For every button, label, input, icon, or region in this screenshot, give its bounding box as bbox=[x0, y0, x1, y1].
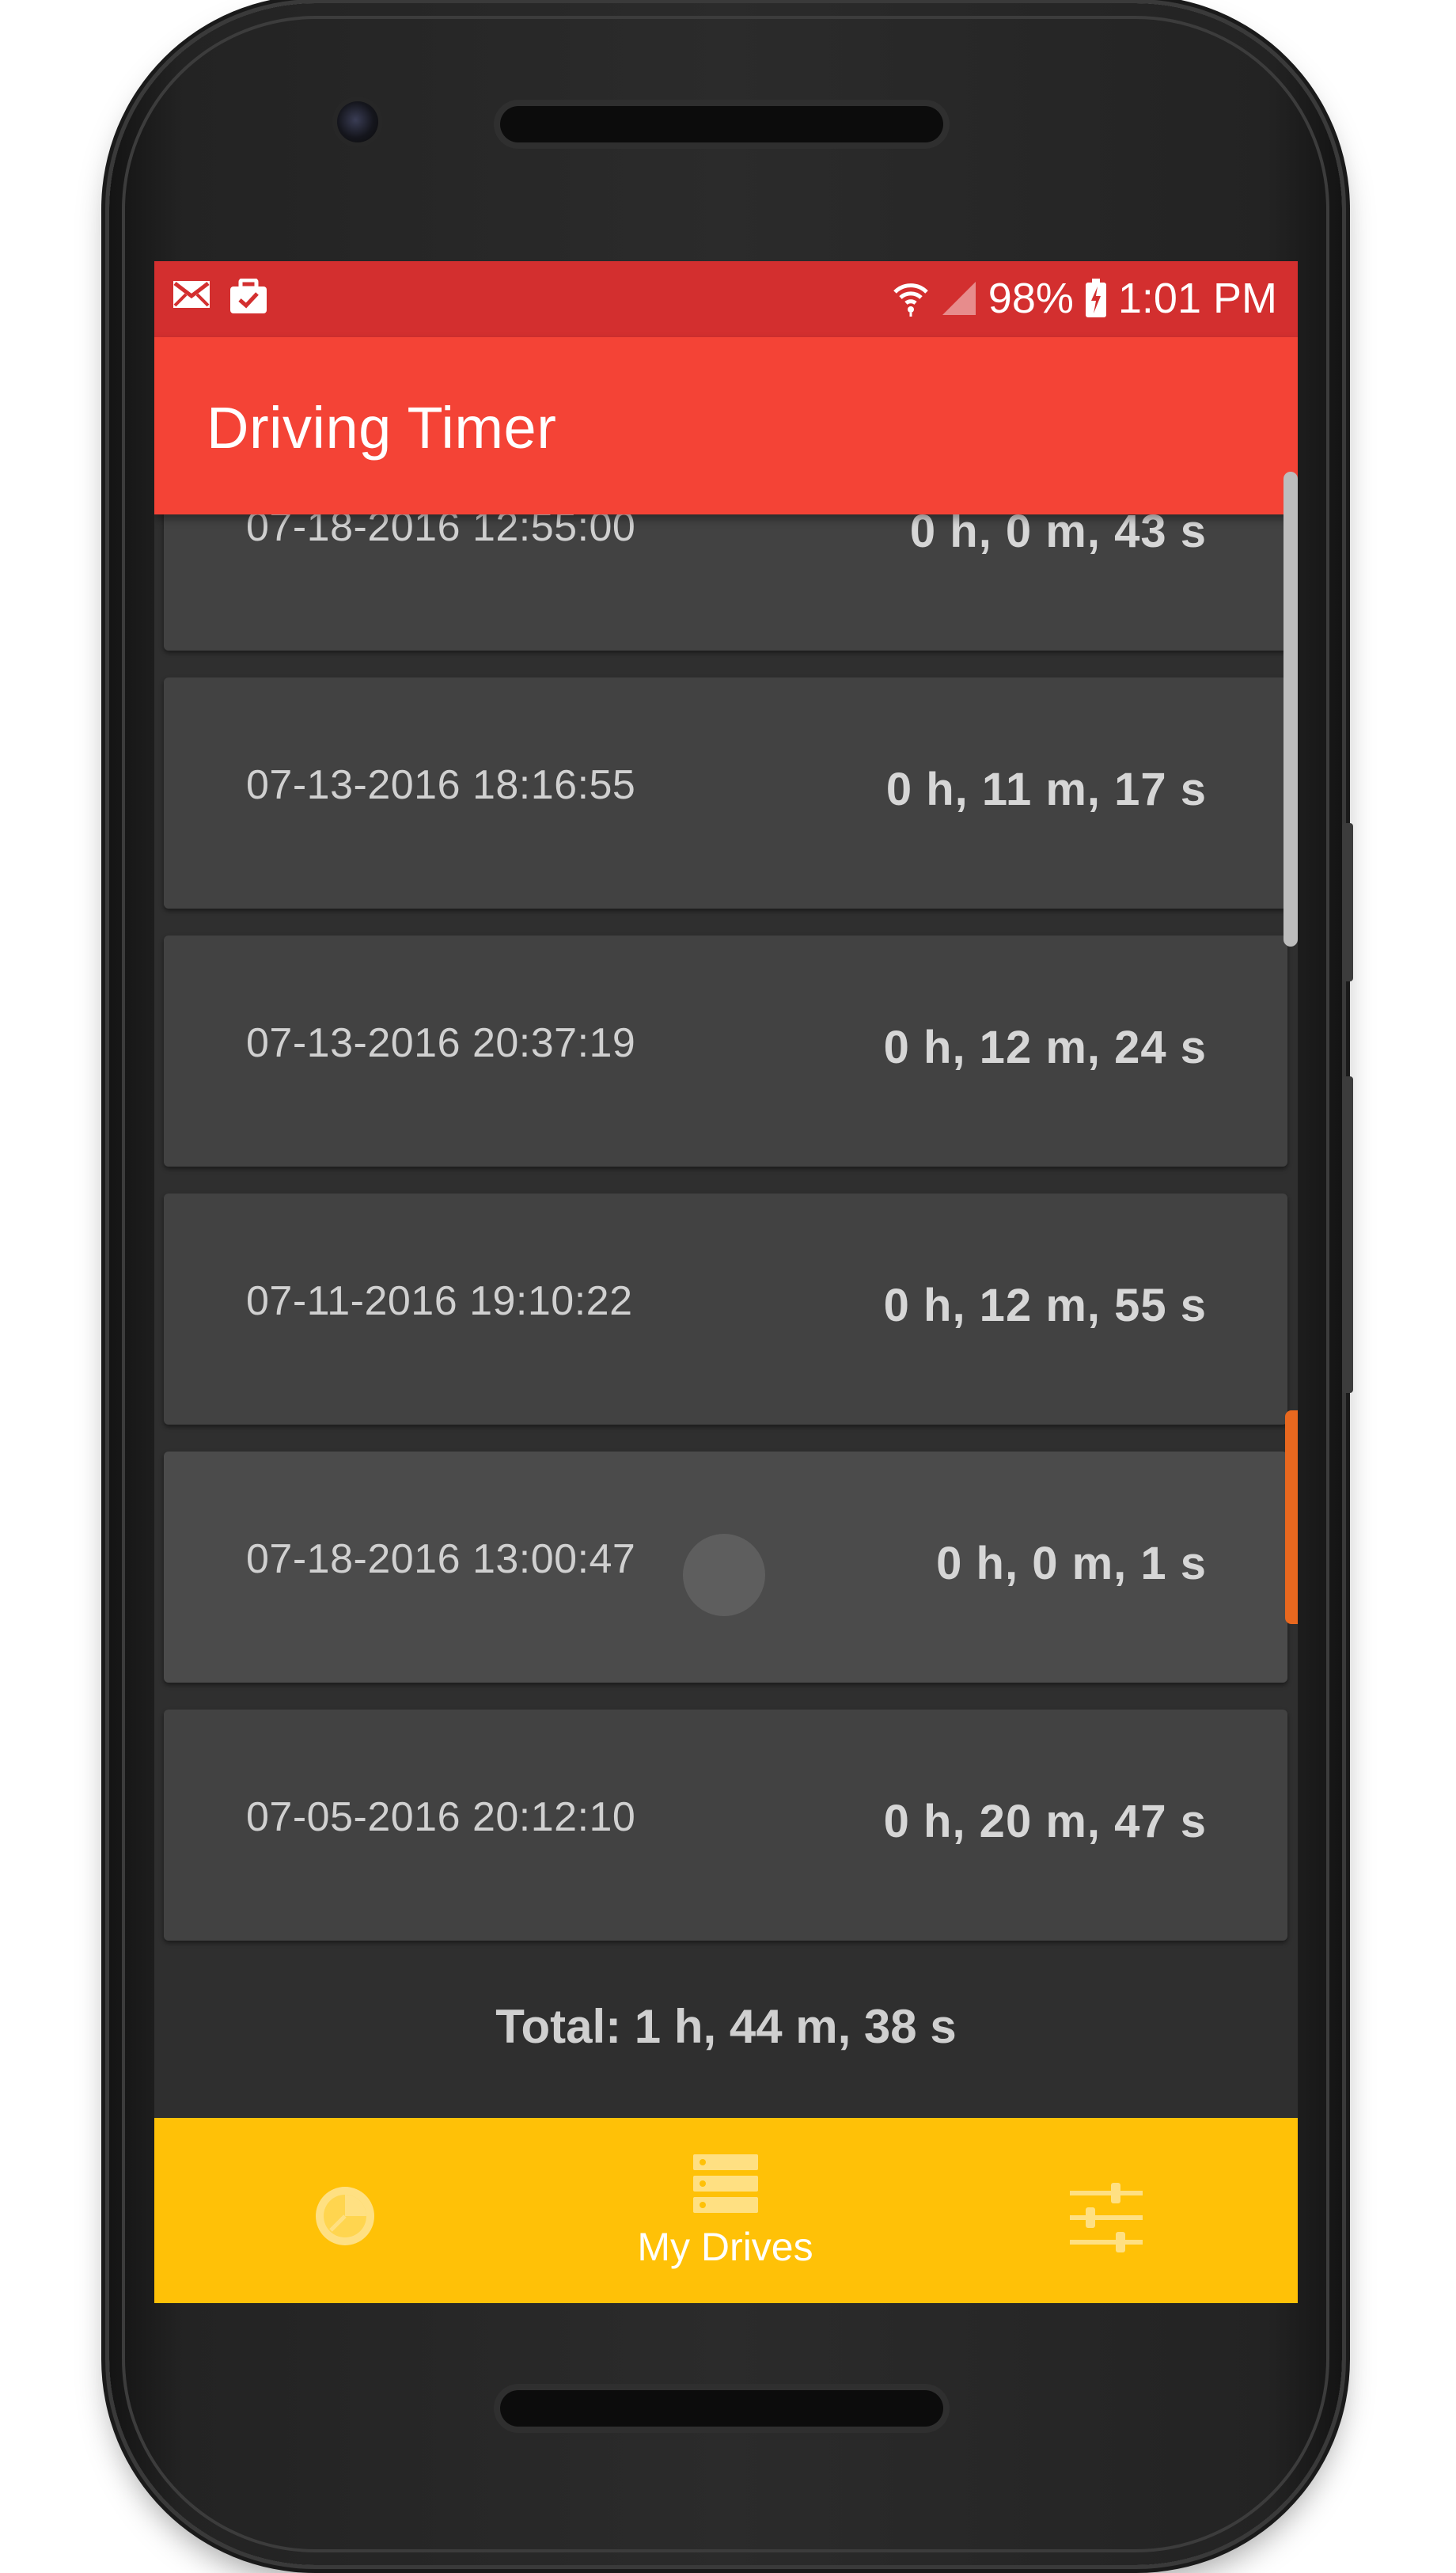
power-button bbox=[1342, 1076, 1353, 1393]
drive-date: 07-18-2016 13:00:47 bbox=[246, 1536, 636, 1582]
drives-list-icon bbox=[692, 2154, 758, 2213]
drive-duration: 0 h, 12 m, 24 s bbox=[883, 1022, 1207, 1073]
drive-date: 07-05-2016 20:12:10 bbox=[246, 1794, 636, 1840]
app-title: Driving Timer bbox=[207, 395, 557, 461]
drive-date: 07-13-2016 18:16:55 bbox=[246, 762, 636, 808]
drive-card[interactable]: 07-11-2016 19:10:22 0 h, 12 m, 55 s bbox=[164, 1194, 1287, 1425]
timer-clock-icon bbox=[315, 2187, 374, 2245]
drive-duration: 0 h, 20 m, 47 s bbox=[883, 1796, 1207, 1847]
edge-panel-handle[interactable] bbox=[1285, 1410, 1298, 1624]
drive-duration: 0 h, 12 m, 55 s bbox=[883, 1280, 1207, 1331]
drive-card[interactable]: 07-13-2016 20:37:19 0 h, 12 m, 24 s bbox=[164, 935, 1287, 1167]
mail-icon bbox=[173, 281, 210, 308]
settings-sliders-icon bbox=[1069, 2183, 1143, 2252]
drive-card[interactable]: 07-18-2016 13:00:47 0 h, 0 m, 1 s bbox=[164, 1452, 1287, 1683]
drive-duration: 0 h, 11 m, 17 s bbox=[885, 764, 1207, 815]
front-camera bbox=[337, 101, 378, 142]
drive-card[interactable]: 07-13-2016 18:16:55 0 h, 11 m, 17 s bbox=[164, 677, 1287, 909]
work-briefcase-icon bbox=[230, 279, 267, 313]
battery-charging-icon bbox=[1085, 279, 1106, 317]
app-screen: 98% 1:01 PM Driving Timer 07-18-2016 12:… bbox=[154, 261, 1298, 2303]
scrollbar-thumb[interactable] bbox=[1283, 472, 1298, 947]
drive-date: 07-13-2016 20:37:19 bbox=[246, 1020, 636, 1066]
bottom-speaker bbox=[500, 2390, 943, 2427]
cell-signal-icon bbox=[942, 282, 976, 315]
status-bar: 98% 1:01 PM bbox=[154, 261, 1298, 337]
status-time: 1:01 PM bbox=[1117, 275, 1277, 322]
drive-date: 07-11-2016 19:10:22 bbox=[246, 1278, 633, 1324]
nav-my-drives-label: My Drives bbox=[637, 2225, 813, 2269]
top-speaker bbox=[500, 106, 943, 142]
total-duration: Total: 1 h, 44 m, 38 s bbox=[495, 2000, 957, 2053]
nav-settings[interactable] bbox=[916, 2118, 1296, 2303]
battery-percent: 98% bbox=[988, 275, 1074, 322]
nav-my-drives[interactable]: My Drives bbox=[535, 2118, 916, 2303]
app-bar: Driving Timer bbox=[154, 337, 1298, 514]
device-frame: 98% 1:01 PM Driving Timer 07-18-2016 12:… bbox=[0, 0, 1456, 2573]
nav-timer[interactable] bbox=[154, 2118, 535, 2303]
bottom-navigation: My Drives bbox=[154, 2118, 1298, 2303]
touch-ripple bbox=[683, 1534, 765, 1616]
volume-button bbox=[1342, 823, 1353, 981]
drive-card[interactable]: 07-05-2016 20:12:10 0 h, 20 m, 47 s bbox=[164, 1710, 1287, 1941]
drive-list[interactable]: 07-18-2016 12:55:00 0 h, 0 m, 43 s 07-13… bbox=[164, 419, 1287, 1968]
drive-duration: 0 h, 0 m, 1 s bbox=[936, 1538, 1207, 1589]
wifi-icon bbox=[893, 283, 928, 317]
